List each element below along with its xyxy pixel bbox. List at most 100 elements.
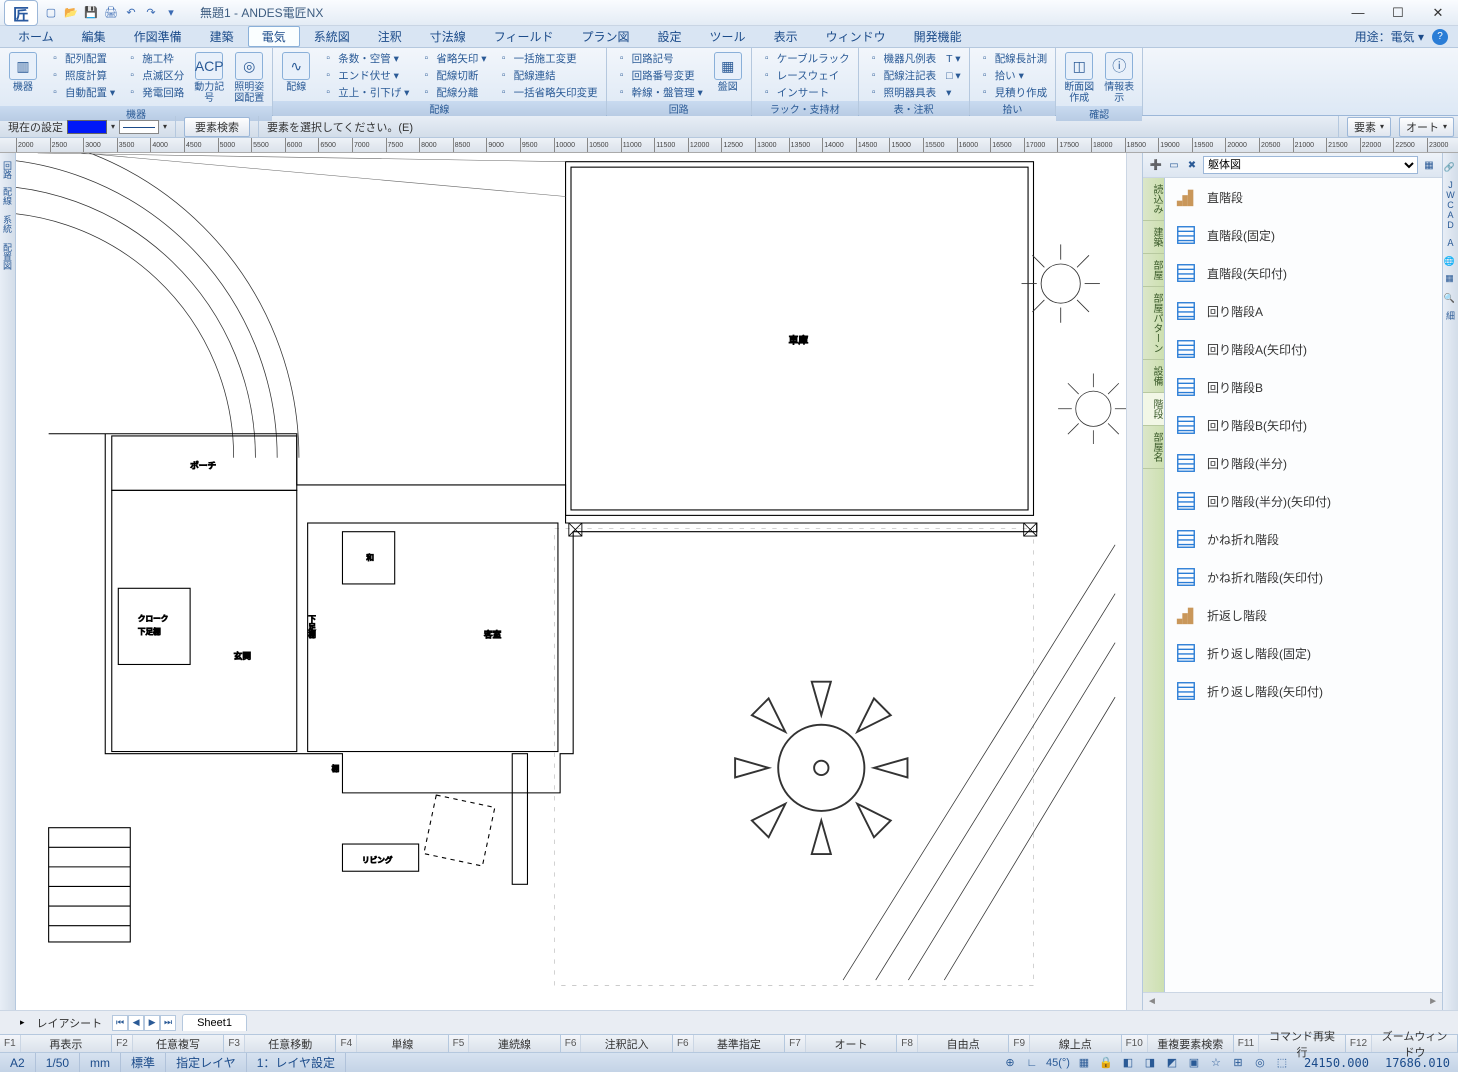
status-unit[interactable]: mm [80, 1053, 121, 1072]
element-search-button[interactable]: 要素検索 [184, 117, 250, 137]
color-dd-icon[interactable]: ▾ [111, 122, 115, 131]
misc-icon[interactable]: ◎ [1252, 1055, 1268, 1071]
ribbon-情報表示[interactable]: ⓘ情報表示 [1100, 50, 1138, 106]
side-tab-部屋[interactable]: 部屋 [1143, 254, 1164, 287]
stair-item[interactable]: 折り返し階段(矢印付) [1165, 672, 1442, 710]
sheet-last-icon[interactable]: ⏭ [160, 1015, 176, 1031]
right-strip-icon[interactable]: 細 [1444, 307, 1457, 324]
ribbon-省略矢印 ▾[interactable]: ▫省略矢印 ▾ [415, 50, 490, 67]
ribbon-見積り作成[interactable]: ▫見積り作成 [974, 84, 1052, 101]
grid-icon[interactable]: ▦ [1422, 158, 1436, 172]
new-icon[interactable]: ▢ [42, 4, 60, 22]
menu-注釈[interactable]: 注釈 [364, 26, 416, 47]
stair-item[interactable]: 回り階段(半分) [1165, 444, 1442, 482]
ribbon-自動配置 ▾[interactable]: ▫自動配置 ▾ [44, 84, 119, 101]
misc-icon[interactable]: ◩ [1164, 1055, 1180, 1071]
minimize-button[interactable]: — [1338, 0, 1378, 26]
fkey-F2[interactable]: F2任意複写 [112, 1035, 224, 1052]
ribbon-配線注記表[interactable]: ▫配線注記表 [863, 67, 941, 84]
help-icon[interactable]: ? [1432, 29, 1448, 45]
menu-ホーム[interactable]: ホーム [4, 26, 68, 47]
ribbon-extra[interactable]: □ ▾ [942, 67, 965, 84]
ortho-icon[interactable]: ∟ [1024, 1055, 1040, 1071]
status-angle[interactable]: 45(°) [1046, 1055, 1070, 1071]
menu-設定[interactable]: 設定 [644, 26, 696, 47]
usage-label[interactable]: 用途：電気 ▾ [1355, 28, 1432, 45]
menu-電気[interactable]: 電気 [248, 26, 300, 47]
canvas-vscroll[interactable] [1126, 153, 1142, 1010]
right-strip-jwcad[interactable]: JWCAD [1446, 176, 1456, 234]
fkey-F12[interactable]: F12ズームウィンドウ [1346, 1035, 1458, 1052]
ribbon-配線切断[interactable]: ▫配線切断 [415, 67, 490, 84]
fkey-F10[interactable]: F10重複要素検索 [1122, 1035, 1234, 1052]
sheet-first-icon[interactable]: ⏮ [112, 1015, 128, 1031]
misc-icon[interactable]: ▣ [1186, 1055, 1202, 1071]
right-strip-icon[interactable]: ▦ [1446, 270, 1456, 288]
ribbon-インサート[interactable]: ▫インサート [756, 84, 854, 101]
side-tab-部屋パターン[interactable]: 部屋パターン [1143, 287, 1164, 360]
fkey-F7[interactable]: F7オート [785, 1035, 897, 1052]
left-strip-item[interactable]: 回路 [1, 157, 14, 183]
redo-icon[interactable]: ↷ [142, 4, 160, 22]
color-swatch[interactable] [67, 120, 107, 134]
ribbon-回路記号[interactable]: ▫回路記号 [611, 50, 707, 67]
side-tab-建築[interactable]: 建築 [1143, 221, 1164, 254]
misc-icon[interactable]: ⊞ [1230, 1055, 1246, 1071]
ribbon-施工枠[interactable]: ▫施工枠 [121, 50, 188, 67]
menu-ウィンドウ[interactable]: ウィンドウ [812, 26, 900, 47]
fkey-F3[interactable]: F3任意移動 [224, 1035, 336, 1052]
stair-item[interactable]: 回り階段A(矢印付) [1165, 330, 1442, 368]
stair-item[interactable]: 回り階段A [1165, 292, 1442, 330]
menu-プラン図[interactable]: プラン図 [568, 26, 644, 47]
close-button[interactable]: ✕ [1418, 0, 1458, 26]
auto-dd[interactable]: オート▾ [1399, 117, 1454, 137]
menu-表示[interactable]: 表示 [760, 26, 812, 47]
lock-icon[interactable]: 🔒 [1098, 1055, 1114, 1071]
right-strip-item[interactable]: 🔗 [1446, 157, 1456, 176]
panel-icon[interactable]: ▭ [1167, 158, 1181, 172]
status-scale[interactable]: 1/50 [36, 1053, 80, 1072]
status-paper[interactable]: A2 [0, 1053, 36, 1072]
layer-select[interactable]: 躯体図 [1203, 156, 1418, 174]
ribbon-立上・引下げ ▾[interactable]: ▫立上・引下げ ▾ [317, 84, 413, 101]
stair-item[interactable]: 回り階段B(矢印付) [1165, 406, 1442, 444]
stair-item[interactable]: 回り階段(半分)(矢印付) [1165, 482, 1442, 520]
ribbon-発電回路[interactable]: ▫発電回路 [121, 84, 188, 101]
undo-icon[interactable]: ↶ [122, 4, 140, 22]
stair-item[interactable]: 折返し階段 [1165, 596, 1442, 634]
ribbon-動力記号[interactable]: ACP動力記号 [190, 50, 228, 106]
side-tab-読込み[interactable]: 読込み [1143, 178, 1164, 221]
line-dd-icon[interactable]: ▾ [163, 122, 167, 131]
stair-item[interactable]: 直階段(固定) [1165, 216, 1442, 254]
menu-建築[interactable]: 建築 [196, 26, 248, 47]
linetype-swatch[interactable] [119, 120, 159, 134]
ribbon-レースウェイ[interactable]: ▫レースウェイ [756, 67, 854, 84]
ribbon-エンド伏せ ▾[interactable]: ▫エンド伏せ ▾ [317, 67, 413, 84]
misc-icon[interactable]: ◨ [1142, 1055, 1158, 1071]
fkey-F11[interactable]: F11コマンド再実行 [1234, 1035, 1346, 1052]
status-layerset[interactable]: 1：レイヤ設定 [247, 1053, 346, 1072]
fkey-F6[interactable]: F6注釈記入 [561, 1035, 673, 1052]
side-tab-設備[interactable]: 設備 [1143, 360, 1164, 393]
right-strip-icon[interactable]: Ａ [1444, 234, 1457, 251]
ribbon-配線[interactable]: ∿配線 [277, 50, 315, 95]
stair-item[interactable]: かね折れ階段 [1165, 520, 1442, 558]
ribbon-幹線・盤管理 ▾[interactable]: ▫幹線・盤管理 ▾ [611, 84, 707, 101]
menu-開発機能[interactable]: 開発機能 [900, 26, 976, 47]
stair-item[interactable]: 直階段(矢印付) [1165, 254, 1442, 292]
open-icon[interactable]: 📂 [62, 4, 80, 22]
menu-系統図[interactable]: 系統図 [300, 26, 364, 47]
menu-寸法線[interactable]: 寸法線 [416, 26, 480, 47]
ribbon-extra[interactable]: T ▾ [942, 50, 965, 67]
side-tab-部屋名[interactable]: 部屋名 [1143, 426, 1164, 469]
status-layermode[interactable]: 指定レイヤ [166, 1053, 247, 1072]
app-icon[interactable]: 匠 [4, 0, 38, 26]
ribbon-配線分離[interactable]: ▫配線分離 [415, 84, 490, 101]
stair-item[interactable]: 直階段 [1165, 178, 1442, 216]
sheet-tab[interactable]: Sheet1 [182, 1014, 247, 1031]
menu-ツール[interactable]: ツール [696, 26, 760, 47]
ribbon-照度計算[interactable]: ▫照度計算 [44, 67, 119, 84]
ribbon-盤図[interactable]: ▦盤図 [709, 50, 747, 95]
ribbon-点滅区分[interactable]: ▫点滅区分 [121, 67, 188, 84]
qat-more-icon[interactable]: ▾ [162, 4, 180, 22]
